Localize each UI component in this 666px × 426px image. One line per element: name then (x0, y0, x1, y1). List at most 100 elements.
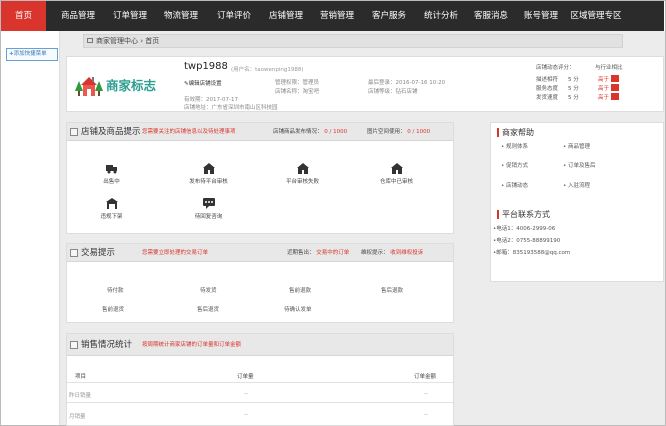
help-panel: 商家帮助 • 规则体系 • 商品管理 • 促销方式 • 订单及售后 • 店铺动态… (490, 122, 664, 282)
store-logo-icon (75, 77, 103, 96)
shop-icon (296, 163, 309, 174)
col-count: 订单量 (237, 374, 254, 380)
goods-panel-header: 店铺及商品提示 您需要关注的店铺信息以及待处理事项 店铺商品发布情况： 0 / … (67, 123, 453, 141)
rating-label: 发货速度 (536, 95, 559, 101)
rating-value: 5 分 (568, 95, 579, 101)
goods-pending-review-label: 发布待平台审核 (189, 179, 228, 185)
rating-value: 5 分 (568, 77, 579, 83)
store-name-field: 店铺名称：淘宝吧 (275, 89, 320, 95)
nav-logistics[interactable]: 物流管理 (157, 1, 205, 31)
publish-label: 店铺商品发布情况： (273, 129, 323, 135)
trade-panel-hint: 您需要立即处理的交易订单 (142, 250, 209, 256)
help-link-label: 促销方式 (506, 163, 529, 169)
store-address: 店铺地址：广东省深圳市南山区科技园 (184, 105, 278, 111)
trade-confirm-ship[interactable]: 待确认发单 (284, 305, 312, 313)
shop-icon (202, 163, 215, 174)
rating-title: 店铺动态评分： (536, 65, 575, 71)
rating-label: 服务态度 (536, 86, 559, 92)
store-info-panel: 商家标志 twp1988 (用户名：taowenping1988) ✎编辑店铺设… (66, 56, 664, 112)
nav-reviews[interactable]: 订单评价 (210, 1, 258, 31)
trade-icon (70, 249, 78, 257)
nav-customer[interactable]: 客户服务 (365, 1, 413, 31)
trade-presale-return[interactable]: 售前退货 (102, 305, 124, 313)
sales-panel-hint: 按周期统计商家店铺的订单量和订单金额 (142, 342, 242, 348)
add-shortcut-button[interactable]: +添加快捷菜单 (6, 48, 58, 61)
rating-badge (611, 75, 619, 82)
help-link-orders[interactable]: • 订单及售后 (563, 161, 596, 169)
breadcrumb-text: 商家管理中心 › 首页 (96, 37, 160, 45)
goods-in-warehouse[interactable]: 仓库中已审核 (369, 163, 424, 185)
goods-consult-label: 待回复咨询 (194, 214, 223, 220)
shop-icon (390, 163, 403, 174)
sidebar: +添加快捷菜单 (1, 31, 60, 425)
help-link-label: 规则体系 (506, 144, 529, 150)
table-row-count: -- (244, 412, 248, 418)
publish-value: 0 / 1000 (324, 129, 348, 135)
table-divider (67, 402, 453, 403)
rating-compare-text: 高于 (598, 77, 610, 83)
table-divider (67, 382, 453, 383)
logo-text: 商家标志 (106, 78, 157, 93)
store-name: twp1988 (184, 61, 228, 72)
nav-store[interactable]: 店铺管理 (262, 1, 310, 31)
col-item: 项目 (75, 374, 87, 380)
help-title: 商家帮助 (497, 128, 534, 137)
home-icon[interactable] (87, 38, 93, 43)
goods-in-warehouse-label: 仓库中已审核 (379, 179, 413, 185)
goods-review-failed[interactable]: 平台审核失败 (275, 163, 330, 185)
store-role: 管理权限：管理员 (275, 80, 320, 86)
trade-panel-header: 交易提示 您需要立即处理的交易订单 近期售出： 交易中的订单 维权提示： 收到维… (67, 244, 453, 262)
trade-aftersale-refund[interactable]: 售后退款 (381, 286, 403, 294)
goods-panel-hint: 您需要关注的店铺信息以及待处理事项 (142, 129, 236, 135)
last-login: 最后登录：2016-07-16 10:20 (368, 80, 446, 86)
valid-until: 有效期：2017-07-17 (184, 97, 238, 103)
goods-violation-label: 违规下架 (100, 214, 123, 220)
help-link-promo[interactable]: • 促销方式 (501, 161, 528, 169)
publish-status: 店铺商品发布情况： 0 / 1000 (273, 123, 347, 141)
goods-violation[interactable]: 违规下架 (89, 198, 134, 220)
edit-store-link[interactable]: ✎编辑店铺设置 (184, 79, 222, 87)
goods-on-sale[interactable]: 出售中 (89, 163, 134, 185)
help-link-join[interactable]: • 入驻流程 (563, 181, 590, 189)
rating-value: 5 分 (568, 86, 579, 92)
trade-panel: 交易提示 您需要立即处理的交易订单 近期售出： 交易中的订单 维权提示： 收到维… (66, 243, 454, 323)
help-link-label: 店铺动态 (506, 183, 529, 189)
trade-presale-refund[interactable]: 售前退款 (289, 286, 311, 294)
table-row-label: 月销量 (69, 414, 86, 420)
edit-store-label: 编辑店铺设置 (188, 81, 222, 87)
table-row-amount: -- (424, 412, 428, 418)
col-amount: 订单金额 (414, 374, 437, 380)
trade-aftersale-return[interactable]: 售后退货 (197, 305, 219, 313)
help-link-label: 订单及售后 (568, 163, 596, 169)
nav-goods[interactable]: 商品管理 (54, 1, 102, 31)
goods-pending-review[interactable]: 发布待平台审核 (181, 163, 236, 185)
nav-region[interactable]: 区域管理专区 (565, 1, 627, 31)
nav-stats[interactable]: 统计分析 (417, 1, 465, 31)
space-status: 图片空间使用： 0 / 1000 (367, 123, 430, 141)
stats-icon (70, 341, 78, 349)
trade-panel-title: 交易提示 (81, 248, 116, 258)
nav-account[interactable]: 账号管理 (517, 1, 565, 31)
recent-value[interactable]: 交易中的订单 (316, 250, 349, 256)
recent-sales: 近期售出： 交易中的订单 (287, 244, 349, 262)
rating-compare: 与行业相比 (595, 65, 623, 71)
nav-marketing[interactable]: 营销管理 (313, 1, 361, 31)
store-username: (用户名：taowenping1988) (231, 67, 304, 73)
rating-badge (611, 84, 619, 91)
trade-pending-ship[interactable]: 待发货 (200, 286, 217, 294)
top-nav: 首页 商品管理 订单管理 物流管理 订单评价 店铺管理 营销管理 客户服务 统计… (1, 1, 664, 31)
table-row-amount: -- (424, 391, 428, 397)
rights-value[interactable]: 收到维权投诉 (390, 250, 423, 256)
help-link-dynamics[interactable]: • 店铺动态 (501, 181, 528, 189)
store-icon (70, 128, 78, 136)
nav-home[interactable]: 首页 (1, 1, 46, 31)
goods-consult[interactable]: 待回复咨询 (181, 198, 236, 220)
trade-pending-pay[interactable]: 待付款 (107, 286, 124, 294)
help-link-goods[interactable]: • 商品管理 (563, 142, 590, 150)
help-link-rules[interactable]: • 规则体系 (501, 142, 528, 150)
nav-orders[interactable]: 订单管理 (106, 1, 154, 31)
truck-icon (105, 165, 117, 174)
chat-icon (202, 198, 215, 209)
help-link-label: 商品管理 (568, 144, 591, 150)
nav-messages[interactable]: 客服消息 (467, 1, 515, 31)
